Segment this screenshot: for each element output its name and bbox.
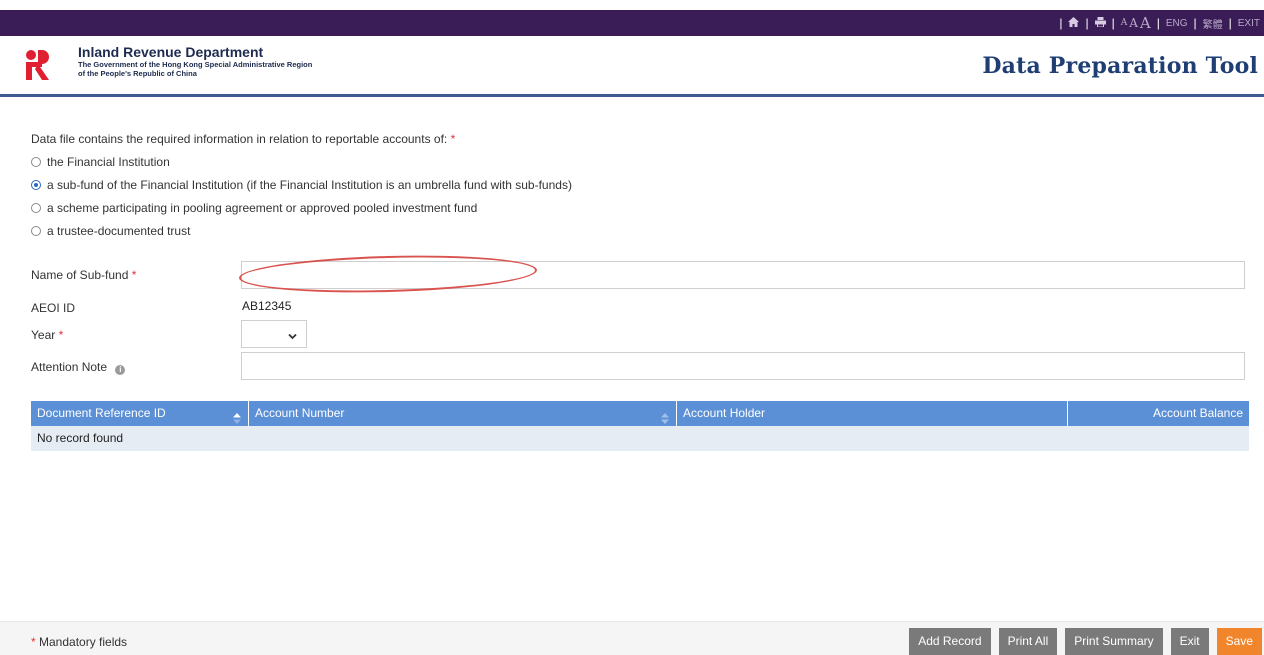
- action-footer: * Mandatory fields Add Record Print All …: [0, 621, 1264, 655]
- question-text: Data file contains the required informat…: [31, 132, 448, 146]
- radio-option-sub-fund[interactable]: a sub-fund of the Financial Institution …: [31, 178, 572, 192]
- radio-option-financial-institution[interactable]: the Financial Institution: [31, 155, 170, 169]
- font-size-medium[interactable]: A: [1129, 16, 1138, 30]
- subfund-label: Name of Sub-fund *: [31, 268, 137, 282]
- records-table: Document Reference ID Account Number Acc…: [31, 401, 1249, 451]
- table-header: Document Reference ID Account Number Acc…: [31, 401, 1249, 426]
- radio-label: a trustee-documented trust: [47, 224, 191, 238]
- sort-icon[interactable]: [233, 408, 241, 424]
- lang-tc-link[interactable]: 繁體: [1203, 16, 1223, 31]
- attention-note-label: Attention Note i: [31, 360, 126, 375]
- page-header: Inland Revenue Department The Government…: [0, 36, 1264, 94]
- sort-icon[interactable]: [661, 408, 669, 424]
- exit-button[interactable]: Exit: [1170, 628, 1209, 655]
- print-summary-button[interactable]: Print Summary: [1065, 628, 1163, 655]
- utility-bar: | | | A A A | ENG | 繁體 | EXIT: [0, 10, 1264, 36]
- info-icon[interactable]: i: [115, 365, 126, 375]
- year-label: Year *: [31, 328, 64, 342]
- mandatory-note: * Mandatory fields: [31, 635, 128, 649]
- aeoi-id-value: AB12345: [242, 299, 292, 313]
- exit-link[interactable]: EXIT: [1238, 18, 1260, 29]
- utility-links: | | | A A A | ENG | 繁體 | EXIT: [1059, 14, 1260, 32]
- column-header-document-reference-id[interactable]: Document Reference ID: [31, 401, 249, 426]
- aeoi-id-label: AEOI ID: [31, 301, 76, 315]
- account-type-question: Data file contains the required informat…: [31, 132, 455, 146]
- add-record-button[interactable]: Add Record: [909, 628, 991, 655]
- print-icon[interactable]: [1094, 16, 1106, 30]
- ird-logo: [25, 48, 49, 80]
- attention-note-input[interactable]: [241, 352, 1245, 380]
- department-block: Inland Revenue Department The Government…: [78, 44, 313, 79]
- department-name: Inland Revenue Department: [78, 44, 264, 60]
- empty-table-message: No record found: [31, 426, 1249, 451]
- home-icon[interactable]: [1068, 16, 1080, 30]
- chevron-down-icon: [288, 329, 297, 343]
- lang-eng-link[interactable]: ENG: [1166, 18, 1188, 29]
- subfund-name-input[interactable]: [241, 261, 1245, 289]
- save-button[interactable]: Save: [1216, 628, 1262, 655]
- footer-buttons: Add Record Print All Print Summary Exit …: [909, 628, 1262, 655]
- radio-label: a scheme participating in pooling agreem…: [47, 201, 478, 215]
- column-header-account-balance[interactable]: Account Balance: [1068, 401, 1249, 426]
- required-mark: *: [450, 132, 456, 146]
- radio-button[interactable]: [31, 226, 41, 236]
- print-all-button[interactable]: Print All: [998, 628, 1058, 655]
- radio-button-selected[interactable]: [31, 180, 41, 190]
- column-header-account-holder[interactable]: Account Holder: [677, 401, 1068, 426]
- column-header-account-number[interactable]: Account Number: [249, 401, 677, 426]
- font-size-large[interactable]: A: [1140, 14, 1151, 32]
- radio-button[interactable]: [31, 203, 41, 213]
- department-subtitle-2: of the People's Republic of China: [78, 69, 197, 78]
- radio-label: a sub-fund of the Financial Institution …: [47, 178, 572, 192]
- year-select[interactable]: [241, 320, 307, 348]
- font-size-small[interactable]: A: [1121, 18, 1128, 28]
- radio-option-trustee-trust[interactable]: a trustee-documented trust: [31, 224, 190, 238]
- header-divider: [0, 94, 1264, 97]
- department-subtitle-1: The Government of the Hong Kong Special …: [78, 60, 313, 69]
- tool-title: Data Preparation Tool: [982, 53, 1258, 79]
- radio-option-pooling-scheme[interactable]: a scheme participating in pooling agreem…: [31, 201, 477, 215]
- radio-button[interactable]: [31, 157, 41, 167]
- radio-label: the Financial Institution: [47, 155, 170, 169]
